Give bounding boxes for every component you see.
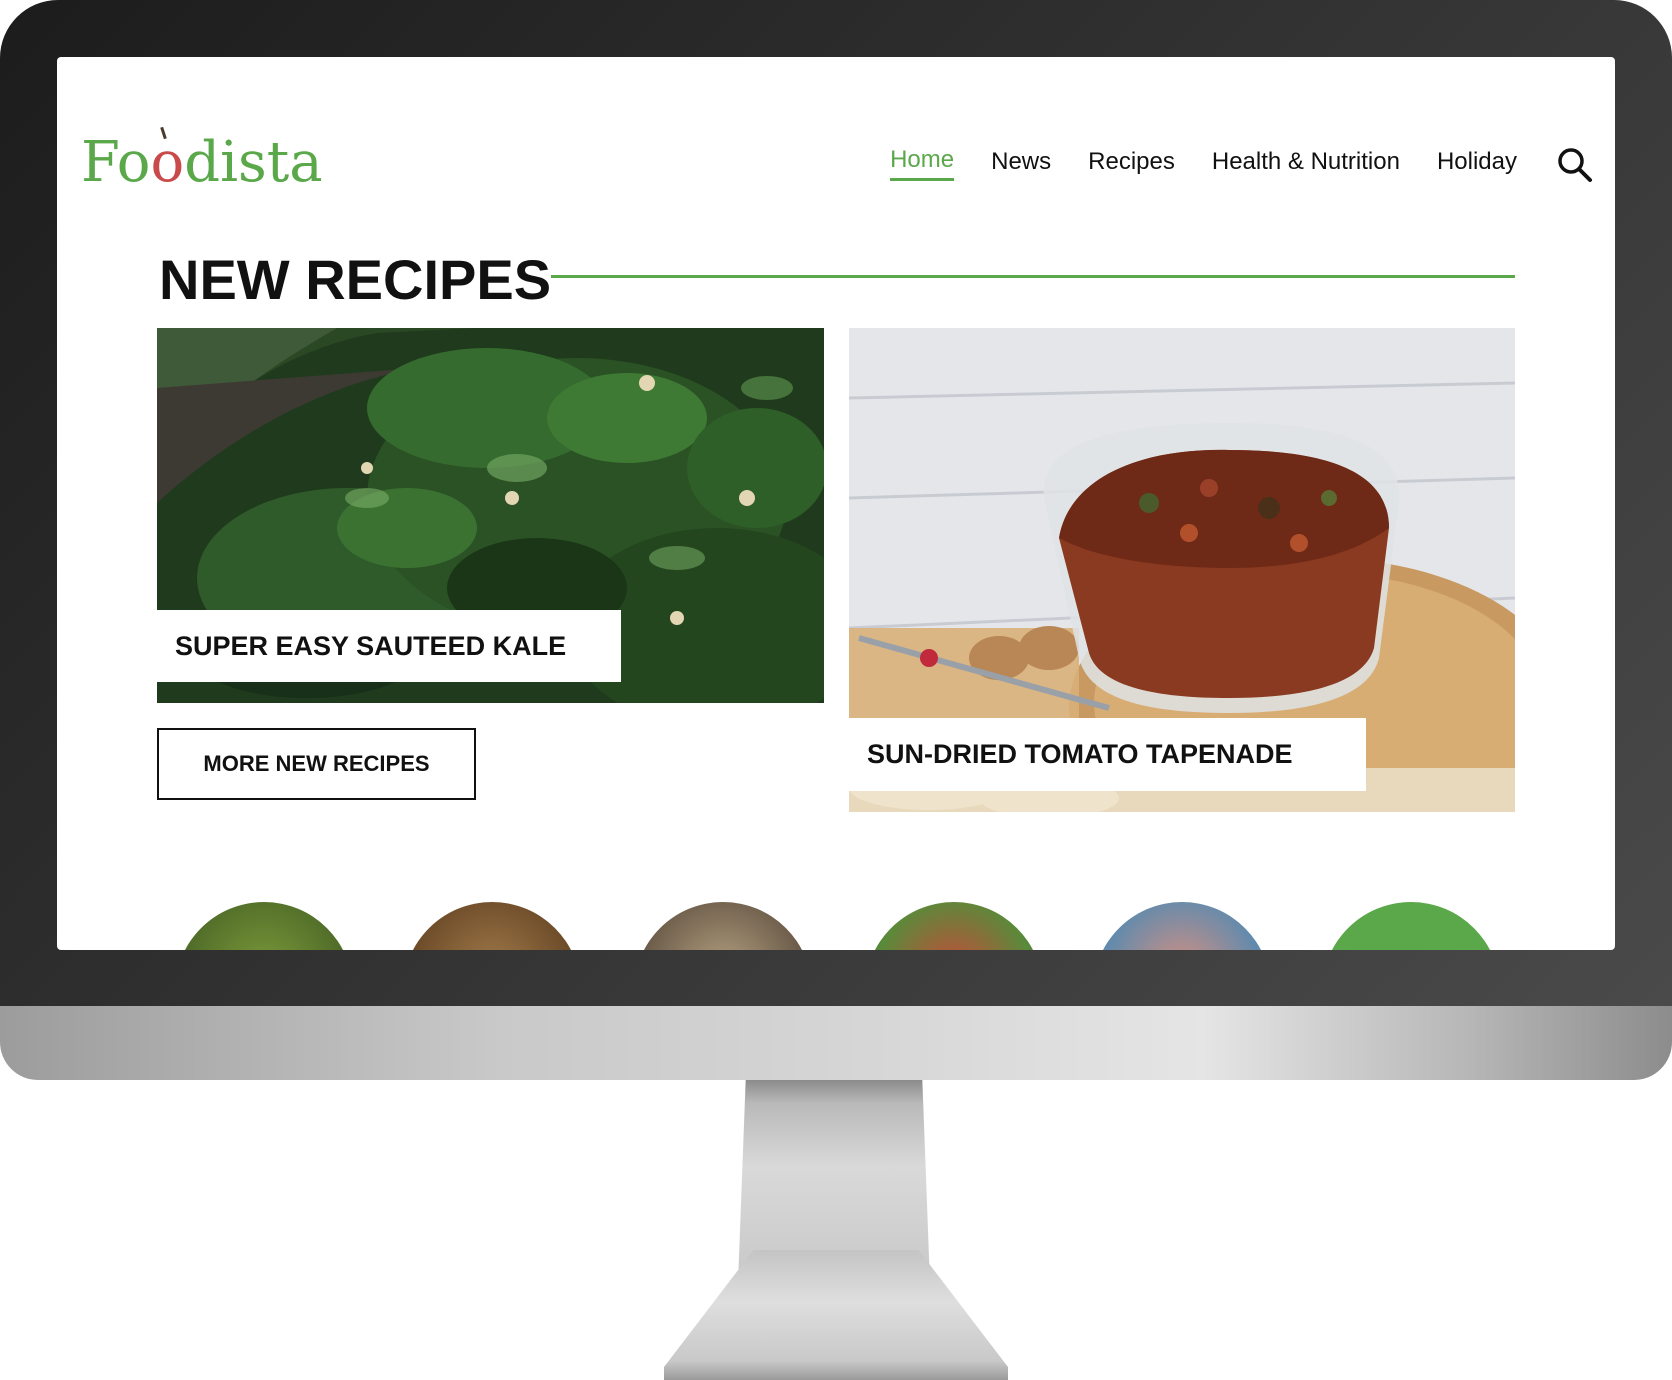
section-title-rule xyxy=(551,275,1515,278)
recipe-thumbnail[interactable] xyxy=(634,902,812,950)
recipe-thumbnail[interactable] xyxy=(865,902,1043,950)
foodista-logo[interactable]: Foodista xyxy=(81,135,323,191)
recipe-thumbnail[interactable] xyxy=(403,902,581,950)
recipe-thumbnail[interactable] xyxy=(175,902,353,950)
apple-o-icon: o xyxy=(150,130,185,195)
monitor-stand-foot xyxy=(664,1250,1008,1380)
logo-text-part: dista xyxy=(184,130,323,195)
monitor-chin xyxy=(0,1006,1672,1080)
category-thumbnails xyxy=(57,902,1615,950)
nav-item-home[interactable]: Home xyxy=(890,146,955,181)
website-screen: Foodista Home News Recipes Health & Nutr… xyxy=(57,57,1615,950)
search-icon[interactable] xyxy=(1555,145,1595,185)
nav-item-news[interactable]: News xyxy=(991,148,1051,180)
recipe-card-tapenade[interactable]: SUN-DRIED TOMATO TAPENADE xyxy=(849,328,1515,812)
logo-text-part: Fo xyxy=(81,130,151,195)
nav-item-recipes[interactable]: Recipes xyxy=(1088,148,1175,180)
recipe-card-title[interactable]: SUN-DRIED TOMATO TAPENADE xyxy=(849,718,1366,791)
nav-item-health-nutrition[interactable]: Health & Nutrition xyxy=(1212,148,1400,180)
recipe-card-title[interactable]: SUPER EASY SAUTEED KALE xyxy=(157,610,621,682)
section-title: NEW RECIPES xyxy=(159,248,552,311)
more-new-recipes-button[interactable]: MORE NEW RECIPES xyxy=(157,728,476,800)
main-nav: Home News Recipes Health & Nutrition Hol… xyxy=(890,146,1517,181)
recipe-card-kale[interactable]: SUPER EASY SAUTEED KALE xyxy=(157,328,824,703)
nav-item-holiday[interactable]: Holiday xyxy=(1437,148,1517,180)
recipe-thumbnail[interactable] xyxy=(1322,902,1500,950)
recipe-thumbnail[interactable] xyxy=(1093,902,1271,950)
